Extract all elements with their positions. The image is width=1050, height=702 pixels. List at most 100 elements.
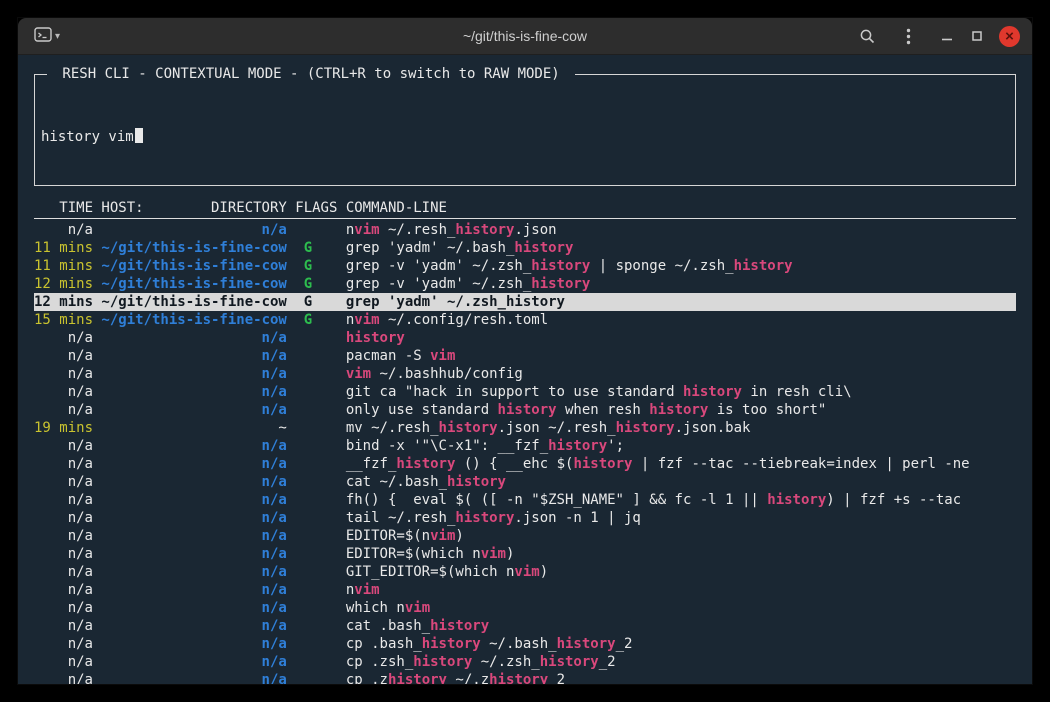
row-host-dir: ~ — [101, 419, 286, 437]
history-row[interactable]: n/an/aEDITOR=$(nvim) — [34, 527, 1016, 545]
history-row[interactable]: n/a n/a cp .bash_history ~/.bash_history_2 — [34, 635, 1016, 653]
row-time: n/a — [34, 527, 93, 545]
row-time: 15 mins — [34, 311, 93, 329]
menu-button[interactable] — [904, 26, 913, 47]
row-time: n/a — [34, 563, 93, 581]
row-time: n/a — [34, 617, 93, 635]
row-flags — [295, 509, 337, 527]
history-row[interactable]: n/an/agit ca "hack in support to use sta… — [34, 383, 1016, 401]
row-flags — [295, 653, 337, 671]
row-command: grep -v 'yadm' ~/.zsh_history — [346, 275, 1016, 293]
row-command: pacman -S vim — [346, 347, 1016, 365]
row-flags — [295, 473, 337, 491]
row-command: history — [346, 329, 1016, 347]
header-directory: DIRECTORY — [211, 199, 287, 218]
row-time: n/a — [34, 383, 93, 401]
row-flags — [295, 365, 337, 383]
row-command: cp .bash_history ~/.bash_history_2 — [346, 635, 1016, 653]
row-time: n/a — [34, 401, 93, 419]
row-host-dir: n/a — [101, 563, 286, 581]
header-command-line: COMMAND-LINE — [346, 199, 1016, 218]
restore-button[interactable] — [969, 28, 985, 44]
new-terminal-button[interactable]: ▾ — [30, 25, 64, 47]
row-host-dir: ~/git/this-is-fine-cow — [101, 293, 286, 311]
history-row[interactable]: n/an/awhich nvim — [34, 599, 1016, 617]
row-time: n/a — [34, 329, 93, 347]
history-row[interactable]: n/an/aEDITOR=$(which nvim) — [34, 545, 1016, 563]
close-icon — [1005, 31, 1014, 41]
row-flags: G — [295, 293, 337, 311]
history-row[interactable]: 12 mins~/git/this-is-fine-cowGgrep -v 'y… — [34, 275, 1016, 293]
row-time: n/a — [34, 599, 93, 617]
row-time: n/a — [34, 581, 93, 599]
row-time: n/a — [34, 509, 93, 527]
row-host-dir: n/a — [101, 671, 286, 684]
row-host-dir: n/a — [101, 491, 286, 509]
history-row[interactable]: n/an/anvim ~/.resh_history.json — [34, 221, 1016, 239]
search-box: RESH CLI - CONTEXTUAL MODE - (CTRL+R to … — [34, 74, 1016, 186]
history-row[interactable]: n/an/abind -x '"\C-x1": __fzf_history'; — [34, 437, 1016, 455]
row-host-dir: n/a — [101, 401, 286, 419]
row-command: GIT_EDITOR=$(which nvim) — [346, 563, 1016, 581]
row-command: nvim — [346, 581, 1016, 599]
history-row[interactable]: n/an/aonly use standard history when res… — [34, 401, 1016, 419]
history-row[interactable]: n/an/acat ~/.bash_history — [34, 473, 1016, 491]
titlebar[interactable]: ▾ ~/git/this-is-fine-cow — [18, 18, 1032, 55]
window-title: ~/git/this-is-fine-cow — [463, 28, 587, 44]
search-input[interactable]: history vim — [41, 128, 1007, 146]
history-row[interactable]: n/an/apacman -S vim — [34, 347, 1016, 365]
history-row[interactable]: 19 mins~mv ~/.resh_history.json ~/.resh_… — [34, 419, 1016, 437]
search-box-title: RESH CLI - CONTEXTUAL MODE - (CTRL+R to … — [47, 65, 575, 83]
history-row[interactable]: n/an/a__fzf_history () { __ehc $(history… — [34, 455, 1016, 473]
row-flags — [295, 635, 337, 653]
header-flags: FLAGS — [295, 199, 337, 218]
row-time: n/a — [34, 653, 93, 671]
history-row[interactable]: n/an/ahistory — [34, 329, 1016, 347]
row-time: n/a — [34, 437, 93, 455]
row-host-dir: ~/git/this-is-fine-cow — [101, 311, 286, 329]
row-time: n/a — [34, 545, 93, 563]
close-button[interactable] — [999, 26, 1020, 47]
history-row[interactable]: n/an/avim ~/.bashhub/config — [34, 365, 1016, 383]
row-host-dir: n/a — [101, 635, 286, 653]
row-flags — [295, 563, 337, 581]
row-host-dir: n/a — [101, 653, 286, 671]
history-row[interactable]: n/an/acat .bash_history — [34, 617, 1016, 635]
row-flags — [295, 617, 337, 635]
row-host-dir: n/a — [101, 221, 286, 239]
row-host-dir: n/a — [101, 473, 286, 491]
history-row[interactable]: n/a n/a GIT_EDITOR=$(which nvim) — [34, 563, 1016, 581]
row-host-dir: n/a — [101, 545, 286, 563]
row-time: n/a — [34, 347, 93, 365]
history-row-selected[interactable]: 12 mins~/git/this-is-fine-cowGgrep 'yadm… — [34, 293, 1016, 311]
history-row[interactable]: 11 mins~/git/this-is-fine-cowGgrep 'yadm… — [34, 239, 1016, 257]
desktop-background: ▾ ~/git/this-is-fine-cow — [0, 0, 1050, 702]
history-row[interactable]: 15 mins~/git/this-is-fine-cowGnvim ~/.co… — [34, 311, 1016, 329]
row-flags: G — [295, 275, 337, 293]
history-header: TIME HOST:DIRECTORY FLAGS COMMAND-LINE — [34, 199, 1016, 219]
row-command: grep 'yadm' ~/.bash_history — [346, 239, 1016, 257]
header-host: HOST: — [101, 199, 143, 218]
history-list: n/an/anvim ~/.resh_history.json11 mins~/… — [34, 221, 1016, 684]
row-time: n/a — [34, 455, 93, 473]
kebab-menu-icon — [906, 28, 911, 45]
row-flags: G — [295, 311, 337, 329]
history-row[interactable]: n/a n/a nvim — [34, 581, 1016, 599]
row-host-dir: n/a — [101, 455, 286, 473]
row-time: n/a — [34, 635, 93, 653]
history-row[interactable]: n/an/acp .zsh_history ~/.zsh_history_2 — [34, 653, 1016, 671]
minimize-button[interactable] — [939, 28, 955, 44]
row-host-dir: n/a — [101, 581, 286, 599]
search-button[interactable] — [857, 26, 878, 47]
history-row[interactable]: n/an/afh() { eval $( ([ -n "$ZSH_NAME" ]… — [34, 491, 1016, 509]
history-row[interactable]: n/an/acp .zhistory ~/.zhistory_2 — [34, 671, 1016, 684]
row-flags: G — [295, 257, 337, 275]
history-row[interactable]: 11 mins~/git/this-is-fine-cowGgrep -v 'y… — [34, 257, 1016, 275]
row-command: bind -x '"\C-x1": __fzf_history'; — [346, 437, 1016, 455]
row-host-dir: n/a — [101, 599, 286, 617]
row-time: 11 mins — [34, 257, 93, 275]
text-cursor — [135, 128, 143, 143]
row-flags — [295, 419, 337, 437]
row-command: grep 'yadm' ~/.zsh_history — [346, 293, 1016, 311]
history-row[interactable]: n/an/atail ~/.resh_history.json -n 1 | j… — [34, 509, 1016, 527]
